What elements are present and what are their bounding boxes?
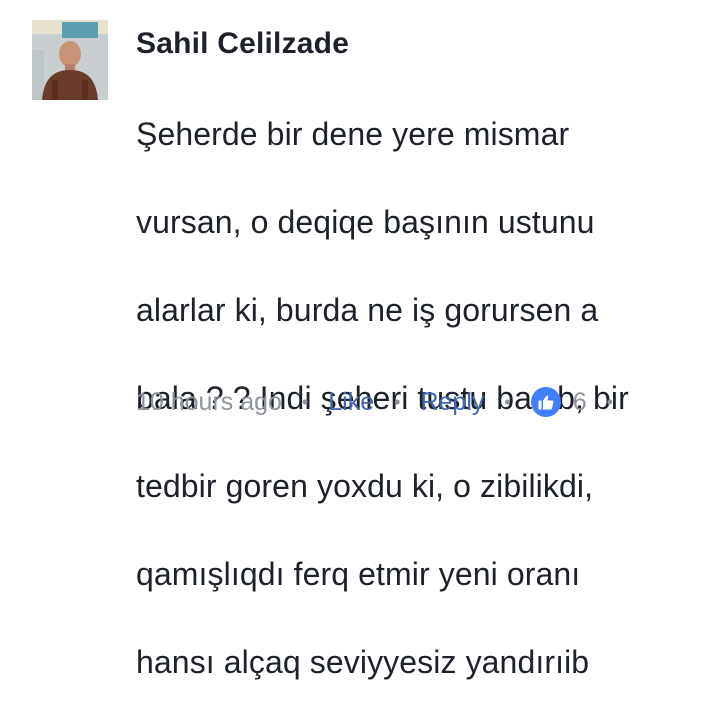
comment-text-line: hansı alçaq seviyyesiz yandırıib	[136, 644, 590, 680]
comment-meta-bar: 10 hours ago • Like • Reply • 6 •	[136, 382, 633, 422]
separator-dot: •	[394, 391, 401, 412]
comment: Sahil Celilzade Şeherde bir dene yere mi…	[0, 0, 720, 680]
avatar-photo	[32, 20, 108, 100]
reply-button[interactable]: Reply	[420, 388, 484, 417]
reaction-count[interactable]: 6	[573, 388, 587, 417]
comment-text-line: vursan, o deqiqe başının ustunu	[136, 204, 595, 240]
comment-body: Sahil Celilzade Şeherde bir dene yere mi…	[136, 24, 700, 728]
comment-text-line: Şeherde bir dene yere mismar	[136, 116, 570, 152]
comment-text-line: tedbir goren yoxdu ki, o zibilikdi,	[136, 468, 594, 504]
separator-dot: •	[504, 391, 511, 412]
timestamp[interactable]: 10 hours ago	[136, 388, 282, 417]
separator-dot: •	[606, 391, 613, 412]
comment-text-line: qamışlıqdı ferq etmir yeni oranı	[136, 556, 581, 592]
avatar[interactable]	[32, 20, 108, 100]
comment-text-line: alarlar ki, burda ne iş gorursen a	[136, 292, 599, 328]
thumbs-up-icon[interactable]	[530, 387, 561, 417]
like-button[interactable]: Like	[328, 388, 374, 417]
author-name[interactable]: Sahil Celilzade	[136, 24, 700, 64]
separator-dot: •	[301, 391, 309, 412]
thumbs-up-glyph	[538, 395, 554, 410]
